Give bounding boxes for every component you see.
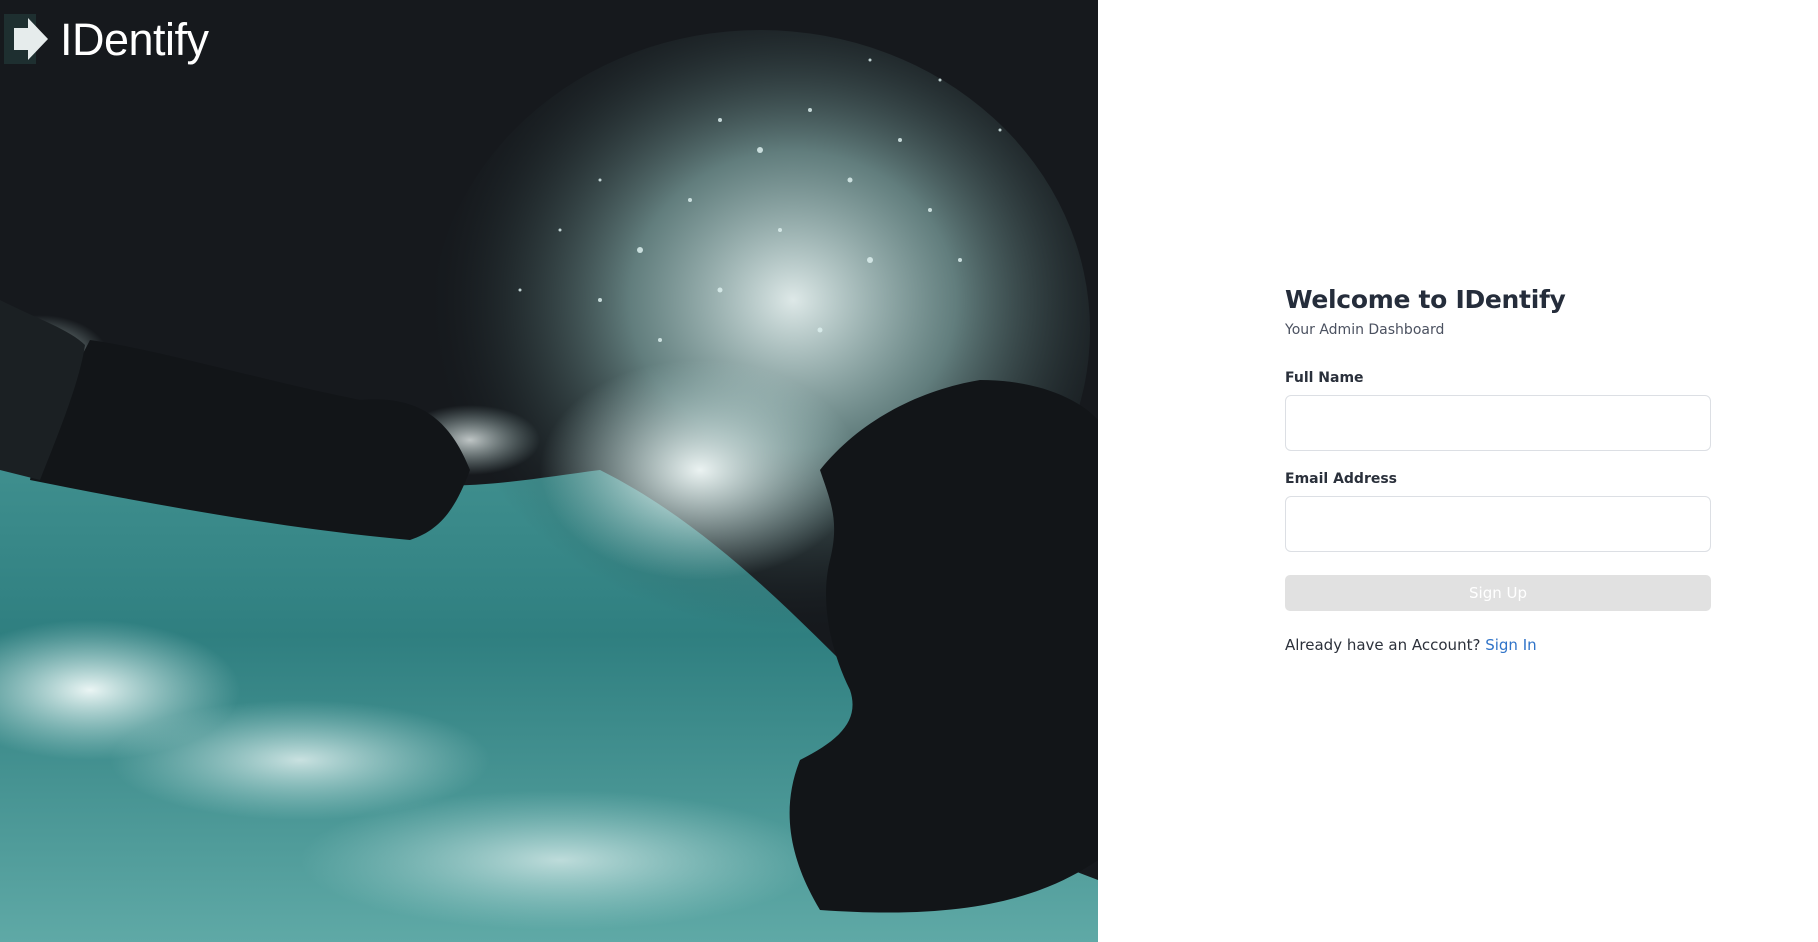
sign-in-link[interactable]: Sign In [1485, 636, 1536, 654]
signup-form: Welcome to IDentify Your Admin Dashboard… [1285, 282, 1711, 655]
brand-logo[interactable]: IDentify [4, 12, 209, 66]
sign-up-button[interactable]: Sign Up [1285, 575, 1711, 611]
page-title: Welcome to IDentify [1285, 285, 1566, 314]
full-name-input[interactable] [1285, 395, 1711, 451]
signin-prompt-text: Already have an Account? [1285, 636, 1481, 654]
email-label: Email Address [1285, 471, 1398, 487]
full-name-label: Full Name [1285, 370, 1364, 386]
signup-panel: Welcome to IDentify Your Admin Dashboard… [1098, 0, 1818, 942]
page-subtitle: Your Admin Dashboard [1285, 322, 1445, 338]
hero-image: IDentify [0, 0, 1098, 942]
email-input[interactable] [1285, 496, 1711, 552]
signin-prompt-row: Already have an Account? Sign In [1285, 635, 1711, 655]
brand-name: IDentify [60, 13, 209, 65]
signup-page: IDentify Welcome to IDentify Your Admin … [0, 0, 1818, 942]
ocean-waves-image [0, 0, 1098, 942]
arrow-right-icon [4, 14, 48, 64]
